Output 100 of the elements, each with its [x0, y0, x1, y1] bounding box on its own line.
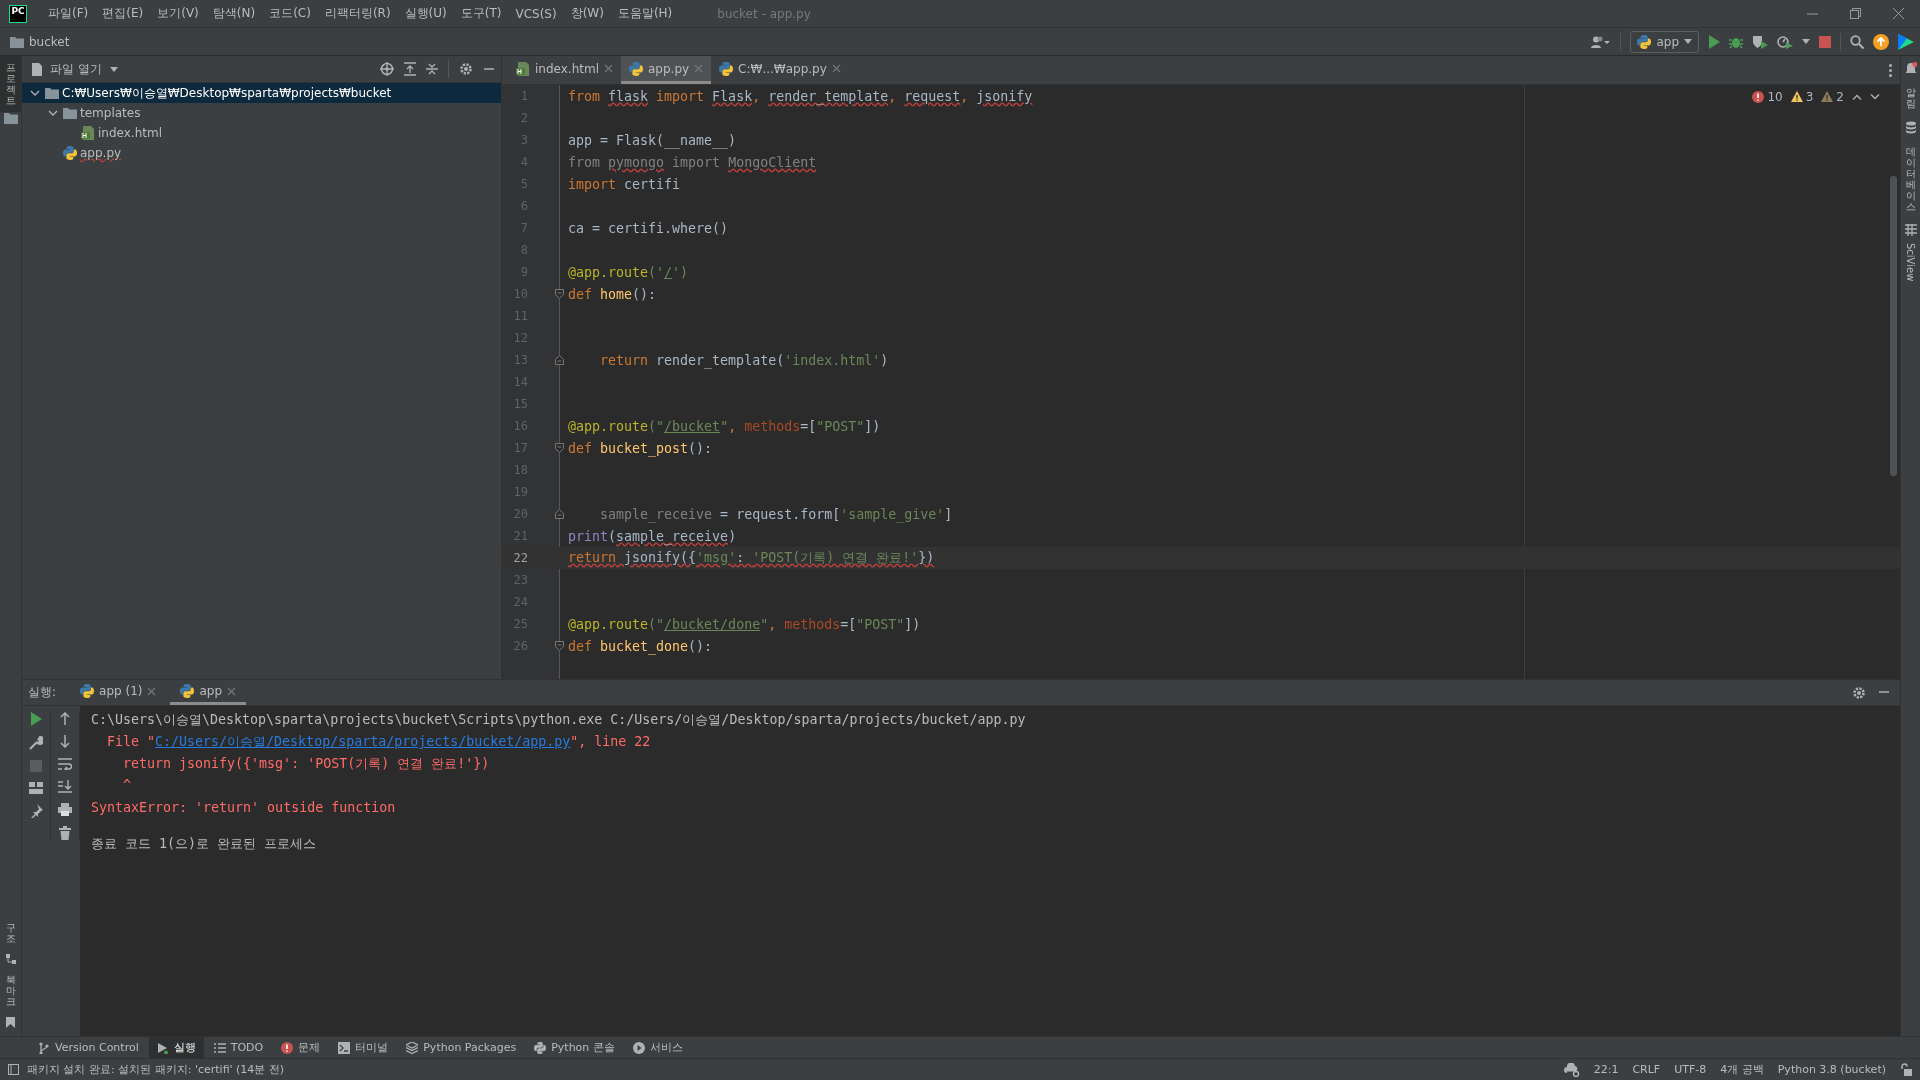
lock-icon[interactable] — [1900, 1063, 1912, 1076]
rerun-icon[interactable] — [30, 712, 42, 726]
close-icon[interactable] — [1893, 8, 1904, 19]
editor-tab[interactable]: index.html — [508, 56, 621, 84]
restore-icon[interactable] — [1850, 8, 1861, 19]
warning-count[interactable]: 3 — [1790, 90, 1814, 104]
toolbox-icon[interactable] — [1898, 33, 1914, 50]
tool-window-tab[interactable]: SciView — [1905, 243, 1916, 282]
status-message[interactable]: 패키지 설치 완료: 설치된 패키지: 'certifi' (14분 전) — [27, 1062, 285, 1077]
panel-label: 실행: — [28, 684, 57, 701]
settings-icon[interactable] — [459, 62, 473, 76]
menu-item[interactable]: 리팩터링(R) — [317, 5, 398, 22]
more-icon[interactable] — [1889, 63, 1892, 77]
tool-window-tab[interactable]: Python 콘솔 — [526, 1036, 623, 1059]
tool-window-tab[interactable]: 데이터베이스 — [1900, 140, 1920, 218]
grid-icon[interactable] — [1904, 224, 1917, 237]
stop-icon[interactable] — [1819, 35, 1831, 48]
fold-icon[interactable] — [555, 289, 564, 299]
run-icon[interactable] — [1708, 34, 1720, 49]
tool-window-tab[interactable]: 터미널 — [330, 1036, 397, 1059]
fold-icon[interactable] — [555, 641, 564, 651]
collapse-all-icon[interactable] — [426, 62, 438, 76]
menu-item[interactable]: 창(W) — [563, 5, 611, 22]
menu-item[interactable]: 파일(F) — [41, 5, 96, 22]
menu-item[interactable]: 코드(C) — [262, 5, 318, 22]
fold-icon[interactable] — [555, 509, 564, 519]
run-configuration-dropdown[interactable]: app — [1630, 30, 1699, 53]
editor-tab[interactable]: app.py — [621, 56, 712, 84]
cloud-gear-icon[interactable] — [1563, 1062, 1580, 1077]
menu-item[interactable]: 도움말(H) — [610, 5, 680, 22]
status-item[interactable]: UTF-8 — [1674, 1063, 1707, 1076]
caret-icon[interactable] — [1802, 39, 1810, 44]
list-icon — [213, 1041, 226, 1054]
menu-item[interactable]: 도구(T) — [453, 5, 509, 22]
status-item[interactable]: 4개 공백 — [1720, 1062, 1764, 1077]
database-icon[interactable] — [1904, 121, 1917, 134]
tool-window-tab[interactable]: 북마크 — [0, 968, 21, 1013]
run-tab[interactable]: app (1) — [70, 680, 167, 705]
update-icon[interactable] — [1873, 33, 1889, 50]
shield-run-icon[interactable] — [1752, 34, 1768, 49]
tool-window-tab[interactable]: 알림 — [1900, 81, 1920, 115]
folder-icon — [63, 107, 77, 119]
gauge-run-icon[interactable] — [1777, 34, 1793, 49]
tree-item[interactable]: templates — [22, 103, 501, 123]
bookmark-icon[interactable] — [6, 1017, 15, 1028]
soft-wrap-icon[interactable] — [58, 758, 72, 770]
file-link[interactable]: C:/Users/이승열/Desktop/sparta/projects/bucket/app.py — [155, 734, 571, 749]
status-item[interactable]: 22:1 — [1593, 1063, 1619, 1076]
tree-item[interactable]: C:₩Users₩이승열₩Desktop₩sparta₩projects₩bucket — [22, 83, 501, 103]
expand-all-icon[interactable] — [404, 62, 416, 76]
menu-item[interactable]: 보기(V) — [150, 5, 206, 22]
menu-item[interactable]: 실행(U) — [397, 5, 454, 22]
line-number: 22 — [512, 550, 528, 567]
fold-icon[interactable] — [555, 443, 564, 453]
tree-item[interactable]: app.py — [22, 143, 501, 163]
caret-icon[interactable] — [1684, 39, 1692, 44]
run-tab[interactable]: app — [170, 680, 247, 705]
menu-item[interactable]: 탐색(N) — [205, 5, 263, 22]
tree-item[interactable]: index.html — [22, 123, 501, 143]
structure-icon[interactable] — [5, 954, 16, 964]
fold-icon[interactable] — [555, 355, 564, 365]
breadcrumb[interactable]: bucket — [29, 34, 70, 49]
panel-toggle-icon[interactable] — [8, 1064, 19, 1075]
status-item[interactable]: CRLF — [1632, 1063, 1661, 1076]
bell-icon[interactable] — [1904, 62, 1917, 75]
terminal-icon — [338, 1041, 351, 1054]
wrench-icon[interactable] — [29, 736, 43, 750]
layout-icon[interactable] — [29, 782, 43, 794]
tool-window-tab[interactable]: Python Packages — [398, 1036, 525, 1059]
tool-window-tab[interactable]: Version Control — [30, 1036, 147, 1059]
console-text: 종료 코드 1(으)로 완료된 프로세스 — [91, 836, 317, 851]
settings-icon[interactable] — [1852, 685, 1866, 700]
down-icon[interactable] — [1870, 94, 1880, 100]
search-icon[interactable] — [1850, 34, 1864, 49]
print-icon[interactable] — [58, 803, 72, 816]
menu-item[interactable]: 편집(E) — [95, 5, 151, 22]
scrollbar-thumb[interactable] — [1890, 176, 1897, 476]
trash-icon[interactable] — [59, 826, 71, 840]
tool-window-tab[interactable]: 실행 — [148, 1036, 204, 1059]
crosshair-icon[interactable] — [380, 62, 394, 76]
up-arrow-icon[interactable] — [60, 712, 70, 725]
user-icon[interactable] — [1591, 35, 1612, 48]
menu-item[interactable]: VCS(S) — [508, 6, 564, 21]
dropdown-caret-icon[interactable] — [109, 66, 118, 72]
pin-icon[interactable] — [29, 804, 43, 818]
scroll-to-end-icon[interactable] — [58, 780, 72, 793]
code-line: import certifi — [567, 176, 681, 192]
panel-title[interactable]: 파일 열기 — [50, 60, 102, 78]
error-count[interactable]: 10 — [1752, 90, 1783, 104]
status-item[interactable]: Python 3.8 (bucket) — [1777, 1063, 1886, 1076]
tool-window-tab[interactable]: TODO — [205, 1036, 272, 1059]
down-arrow-icon[interactable] — [60, 735, 70, 748]
python-file-icon — [63, 146, 77, 160]
tool-window-tab[interactable]: 문제 — [273, 1036, 329, 1059]
tool-window-tab[interactable]: 구조 — [0, 916, 21, 950]
editor-tab[interactable]: C:₩...₩app.py — [711, 56, 849, 84]
project-tool-tab[interactable]: 프로젝트 — [0, 56, 21, 112]
file-icon — [32, 62, 42, 76]
tool-window-tab[interactable]: 서비스 — [624, 1036, 691, 1059]
up-icon[interactable] — [1852, 94, 1862, 100]
